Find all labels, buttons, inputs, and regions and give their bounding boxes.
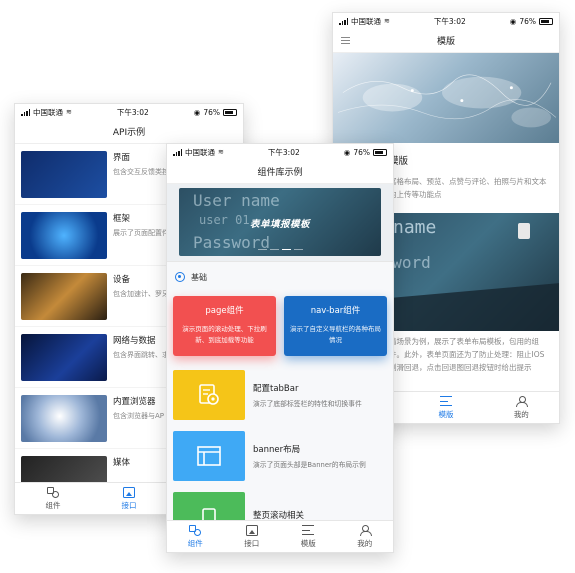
feature-cards: page组件 演示页面的滚动处理、下拉刷新、到底加载等功能 nav-bar组件 … xyxy=(167,292,393,364)
layout-icon xyxy=(173,430,245,481)
list-icon xyxy=(439,395,452,407)
image-icon xyxy=(123,486,135,498)
crosshair-icon xyxy=(175,272,185,282)
user-icon xyxy=(359,524,372,536)
user-icon xyxy=(515,395,529,407)
row-title: 整页滚动相关 xyxy=(253,510,305,521)
photo-text-1: name xyxy=(393,217,436,238)
tab-api[interactable]: 接口 xyxy=(224,521,281,552)
battery-text: 76% xyxy=(203,107,220,117)
tab-api[interactable]: 接口 xyxy=(91,483,167,514)
gear-doc-icon xyxy=(173,369,245,420)
battery-text: 76% xyxy=(519,16,536,26)
world-map-graphic xyxy=(337,74,557,128)
image-icon xyxy=(245,524,258,536)
thumbnail xyxy=(21,395,107,442)
banner-slide[interactable]: User name user 01 Password 表单填报模板 xyxy=(179,188,381,256)
row-title: 配置tabBar xyxy=(253,383,299,394)
carousel-dots xyxy=(179,248,381,250)
alarm-icon: ◉ xyxy=(193,107,201,117)
alarm-icon: ◉ xyxy=(509,16,517,26)
tab-label: 我的 xyxy=(357,538,373,548)
wifi-icon: ≋ xyxy=(66,108,72,116)
nav-bar: 模版 xyxy=(333,29,559,53)
tab-mine[interactable]: 我的 xyxy=(337,521,394,552)
row-title: banner布局 xyxy=(253,444,301,455)
list-item-banner[interactable]: banner布局演示了页面头部是Banner的布局示例 xyxy=(167,425,393,486)
time: 下午3:02 xyxy=(116,107,149,117)
banner-carousel[interactable]: User name user 01 Password 表单填报模板 xyxy=(167,184,393,262)
wifi-icon: ≋ xyxy=(218,148,224,156)
page-title: 模版 xyxy=(436,37,455,47)
nav-bar: 组件库示例 xyxy=(167,160,393,184)
tab-components[interactable]: 组件 xyxy=(167,521,224,552)
card-title: page组件 xyxy=(205,306,244,316)
row-desc: 演示了页面头部是Banner的布局示例 xyxy=(253,460,366,469)
battery-icon xyxy=(373,148,387,156)
tab-label: 模版 xyxy=(300,538,316,548)
thumbnail xyxy=(21,212,107,259)
tab-mine[interactable]: 我的 xyxy=(484,392,559,423)
tab-label: 我的 xyxy=(513,409,529,419)
thumbnail xyxy=(21,151,107,198)
card-desc: 演示了自定义导航栏的各种布局情况 xyxy=(290,325,381,344)
wifi-icon: ≋ xyxy=(384,17,390,25)
nav-bar: API示例 xyxy=(15,120,243,144)
signal-icon xyxy=(21,108,30,116)
alarm-icon: ◉ xyxy=(343,147,351,157)
list-icon xyxy=(302,524,315,536)
tab-bar: 组件 接口 模版 我的 xyxy=(167,520,393,552)
carrier: 中国联通 xyxy=(33,107,63,117)
section-header: 基础 xyxy=(167,262,393,292)
card-desc: 演示页面的滚动处理、下拉刷新、到底加载等功能 xyxy=(182,325,267,344)
banner-caption: 表单填报模板 xyxy=(249,219,310,230)
tab-template[interactable]: 模版 xyxy=(280,521,337,552)
menu-icon[interactable] xyxy=(341,37,350,44)
row-desc: 演示了底部标签栏的特性和切换事件 xyxy=(253,399,362,408)
signal-icon xyxy=(339,17,348,25)
battery-icon xyxy=(223,108,237,116)
component-phone: 中国联通 ≋ 下午3:02 ◉ 76% 组件库示例 User name user 0… xyxy=(166,143,394,553)
tab-label: 模版 xyxy=(438,409,454,419)
components-icon xyxy=(47,486,59,498)
section-title: 基础 xyxy=(191,272,207,282)
signal-icon xyxy=(173,148,182,156)
hero-image xyxy=(333,53,559,143)
status-bar: 中国联通 ≋ 下午3:02 ◉ 76% xyxy=(167,144,393,160)
status-bar: 中国联通 ≋ 下午3:02 ◉ 76% xyxy=(333,13,559,29)
thumbnail xyxy=(21,334,107,381)
battery-icon xyxy=(539,17,553,25)
components-icon xyxy=(189,524,202,536)
page-title: 组件库示例 xyxy=(257,168,303,178)
tab-label: 接口 xyxy=(121,500,137,510)
status-bar: 中国联通 ≋ 下午3:02 ◉ 76% xyxy=(15,104,243,120)
carrier: 中国联通 xyxy=(351,16,381,26)
time: 下午3:02 xyxy=(267,147,300,157)
banner-bg-text-1: User name xyxy=(193,191,280,210)
tab-label: 接口 xyxy=(244,538,260,548)
tab-components[interactable]: 组件 xyxy=(15,483,91,514)
card-title: nav-bar组件 xyxy=(310,306,361,316)
page-component-card[interactable]: page组件 演示页面的滚动处理、下拉刷新、到底加载等功能 xyxy=(173,296,276,356)
navbar-component-card[interactable]: nav-bar组件 演示了自定义导航栏的各种布局情况 xyxy=(284,296,387,356)
list-item-tabbar[interactable]: 配置tabBar 演示了底部标签栏的特性和切换事件 xyxy=(167,364,393,425)
thumbnail xyxy=(21,273,107,320)
tab-label: 组件 xyxy=(45,500,61,510)
page-title: API示例 xyxy=(112,128,146,138)
tab-label: 组件 xyxy=(187,538,203,548)
tab-template[interactable]: 模版 xyxy=(408,392,483,423)
time: 下午3:02 xyxy=(433,16,466,26)
carrier: 中国联通 xyxy=(185,147,215,157)
battery-text: 76% xyxy=(353,147,370,157)
